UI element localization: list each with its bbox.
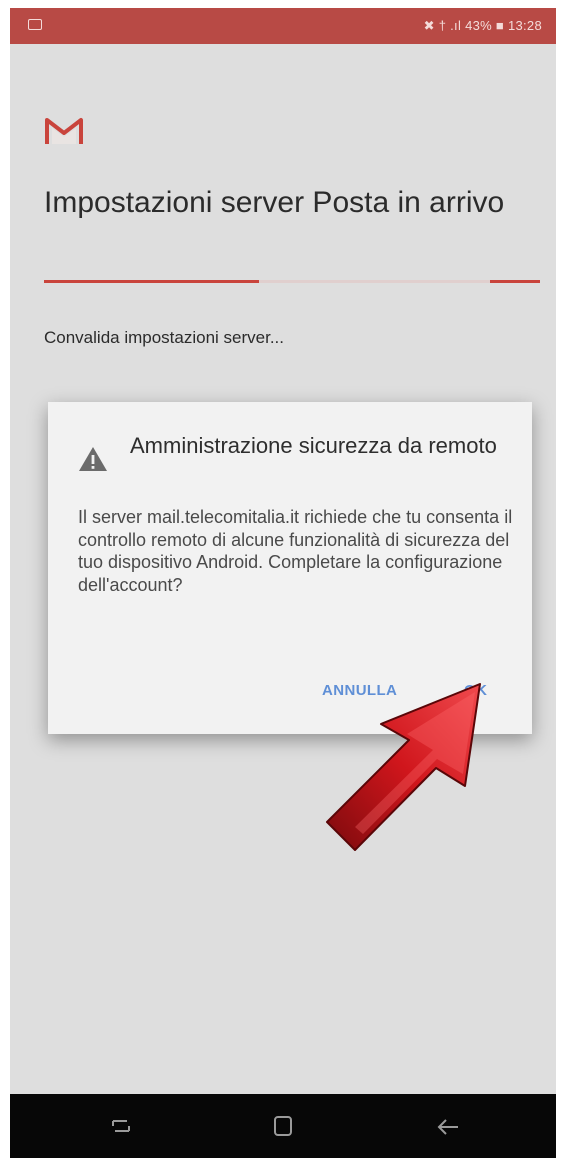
progress-segment — [490, 280, 540, 283]
screenshot-frame: ✖ † .ıl 43% ■ 13:28 Impostazioni server … — [0, 0, 564, 1158]
phone-screen: ✖ † .ıl 43% ■ 13:28 Impostazioni server … — [10, 8, 556, 1158]
navigation-bar — [10, 1094, 556, 1158]
home-icon[interactable] — [263, 1112, 303, 1140]
dialog-title: Amministrazione sicurezza da remoto — [130, 433, 497, 458]
image-notification-icon — [28, 19, 42, 30]
red-arrow-pointer-icon — [326, 683, 481, 851]
status-bar: ✖ † .ıl 43% ■ 13:28 — [10, 8, 556, 44]
warning-icon — [79, 447, 107, 471]
validation-status: Convalida impostazioni server... — [44, 328, 285, 347]
page-title: Impostazioni server Posta in arrivo — [44, 186, 505, 219]
dialog-message: Il server mail.telecomitalia.it richiede… — [78, 507, 513, 595]
progress-track — [259, 280, 490, 283]
progress-bar — [44, 280, 540, 283]
back-icon[interactable] — [428, 1112, 468, 1140]
progress-segment — [44, 280, 259, 283]
gmail-logo-icon — [45, 118, 83, 144]
status-indicators: ✖ † .ıl 43% ■ 13:28 — [423, 18, 542, 33]
recent-apps-icon[interactable] — [101, 1112, 141, 1140]
